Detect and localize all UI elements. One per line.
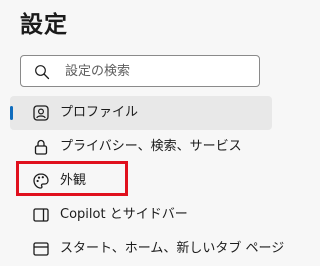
- sidebar-item-label: プライバシー、検索、サービス: [60, 139, 242, 154]
- home-icon: [33, 242, 49, 256]
- active-indicator: [10, 106, 13, 120]
- lock-icon: [34, 139, 48, 155]
- sidebar-item-label: Copilot とサイドバー: [60, 207, 188, 222]
- sidebar-item-profile[interactable]: プロファイル: [10, 96, 272, 130]
- palette-icon: [33, 173, 49, 189]
- profile-icon: [33, 105, 49, 121]
- search-box[interactable]: [20, 55, 260, 87]
- sidebar-item-start-home[interactable]: スタート、ホーム、新しいタブ ページ: [10, 232, 284, 266]
- sidebar-item-copilot[interactable]: Copilot とサイドバー: [10, 198, 272, 232]
- page-title: 設定: [20, 12, 68, 38]
- sidebar-item-privacy[interactable]: プライバシー、検索、サービス: [10, 130, 272, 164]
- sidebar-item-label: スタート、ホーム、新しいタブ ページ: [60, 241, 285, 256]
- sidebar-icon: [33, 208, 49, 222]
- sidebar-item-label: 外観: [60, 173, 87, 188]
- search-input[interactable]: [65, 56, 251, 86]
- settings-panel: 設定 プロファイル プライバシー、検索、サービス: [0, 0, 297, 256]
- sidebar-item-label: プロファイル: [60, 105, 139, 120]
- search-icon: [35, 65, 50, 80]
- sidebar-item-appearance[interactable]: 外観: [10, 164, 272, 198]
